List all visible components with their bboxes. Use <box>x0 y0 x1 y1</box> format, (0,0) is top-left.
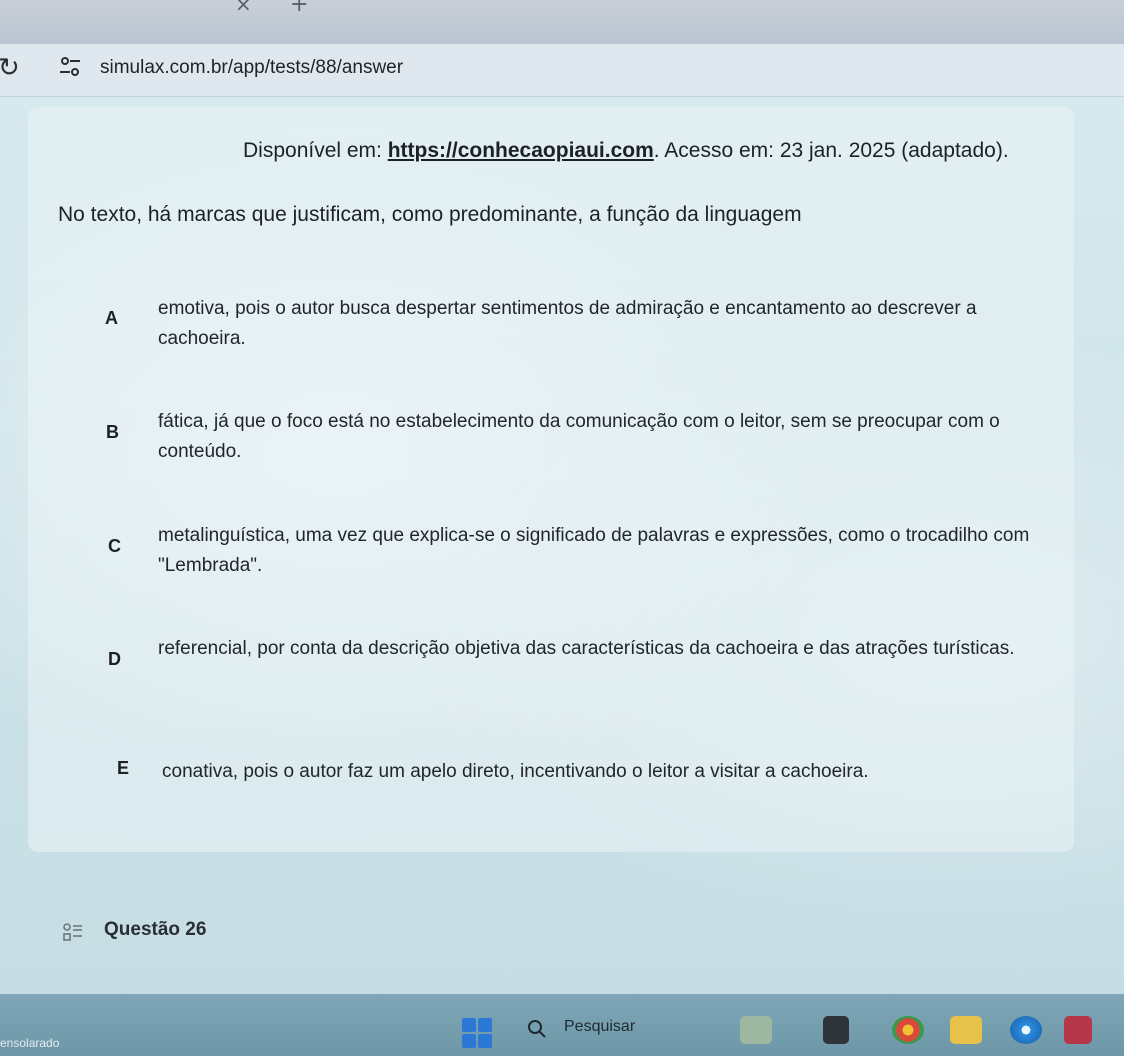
windows-start-icon[interactable] <box>462 1018 494 1050</box>
option-letter: A <box>105 308 118 328</box>
store-icon[interactable] <box>1064 1016 1092 1044</box>
option-text: emotiva, pois o autor busca despertar se… <box>158 298 977 349</box>
tab-strip: × + <box>0 0 1124 44</box>
folder-icon[interactable] <box>950 1016 982 1044</box>
site-info-icon[interactable] <box>56 53 84 81</box>
option-letter: C <box>108 536 121 556</box>
source-prefix: Disponível em: <box>243 139 388 162</box>
media-icon[interactable] <box>823 1016 849 1044</box>
new-tab-icon[interactable]: + <box>290 0 308 17</box>
browser-toolbar: ↻ simulax.com.br/app/tests/88/answer <box>0 44 1124 97</box>
option-text: conativa, pois o autor faz um apelo dire… <box>162 761 869 782</box>
weather-widget[interactable]: ensolarado <box>0 1036 59 1050</box>
file-explorer-icon[interactable] <box>740 1016 772 1044</box>
source-suffix: . Acesso em: 23 jan. 2025 (adaptado). <box>653 139 1009 162</box>
option-letter: B <box>106 422 119 442</box>
address-bar[interactable]: simulax.com.br/app/tests/88/answer <box>100 57 403 79</box>
option-letter: D <box>108 649 121 669</box>
page-content: Disponível em: https://conhecaopiaui.com… <box>0 97 1124 994</box>
source-citation: Disponível em: https://conhecaopiaui.com… <box>243 139 1009 163</box>
reload-icon[interactable]: ↻ <box>0 53 20 83</box>
taskbar-search[interactable]: Pesquisar <box>514 1012 734 1048</box>
search-icon <box>528 1020 546 1038</box>
option-letter: E <box>117 758 130 778</box>
chrome-icon[interactable] <box>892 1016 924 1044</box>
close-tab-icon[interactable]: × <box>235 0 252 16</box>
browser-icon[interactable] <box>1010 1016 1042 1044</box>
source-link[interactable]: https://conhecaopiaui.com <box>388 139 654 162</box>
taskbar: ensolarado Pesquisar <box>0 994 1124 1056</box>
option-text: metalinguística, uma vez que explica-se … <box>158 525 1030 576</box>
question-list-icon <box>63 923 82 941</box>
option-text: referencial, por conta da descrição obje… <box>158 638 1015 659</box>
option-text: fática, já que o foco está no estabeleci… <box>158 411 1000 462</box>
question-prompt: No texto, há marcas que justificam, como… <box>58 203 802 226</box>
search-placeholder: Pesquisar <box>564 1018 636 1035</box>
next-question-label: Questão 26 <box>104 919 207 940</box>
